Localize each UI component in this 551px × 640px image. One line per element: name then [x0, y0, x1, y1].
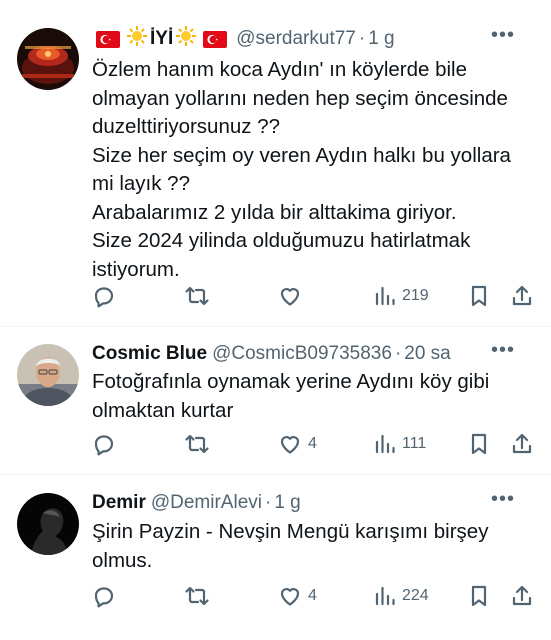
tweet-2[interactable]: Cosmic Blue @CosmicB09735836 · 20 sa •••… [0, 327, 551, 467]
avatar[interactable] [17, 493, 79, 555]
separator: · [358, 28, 366, 49]
bookmark-icon [471, 285, 487, 307]
reply-icon [94, 435, 114, 456]
reply-button[interactable] [92, 282, 122, 310]
share-icon [512, 433, 532, 454]
bookmark-button[interactable] [468, 582, 490, 610]
more-icon[interactable]: ••• [491, 488, 515, 511]
bookmark-icon [471, 433, 487, 455]
views-icon [375, 434, 395, 454]
reply-button[interactable] [92, 430, 122, 458]
bookmark-button[interactable] [468, 430, 490, 458]
bookmark-icon [471, 585, 487, 607]
action-bar: 4 111 [92, 430, 532, 458]
more-icon[interactable]: ••• [491, 339, 515, 362]
retweet-button[interactable] [184, 282, 216, 310]
like-icon [280, 288, 300, 306]
turkish-flag-icon [96, 30, 120, 48]
views-count: 224 [402, 587, 429, 604]
views-count: 111 [402, 435, 427, 452]
user-handle[interactable]: @DemirAlevi [151, 492, 262, 514]
action-bar: 4 224 [92, 582, 532, 610]
like-button[interactable]: 4 [278, 582, 317, 610]
share-button[interactable] [510, 582, 534, 610]
share-icon [512, 585, 532, 606]
tweet-text: Şirin Payzin - Nevşin Mengü karışımı bir… [92, 520, 489, 572]
timestamp[interactable]: 20 sa [404, 343, 450, 365]
views-count: 219 [402, 287, 429, 304]
timestamp[interactable]: 1 g [368, 28, 394, 50]
more-icon[interactable]: ••• [491, 24, 515, 47]
share-button[interactable] [510, 282, 534, 310]
views-icon [375, 286, 395, 306]
tweet-text: Fotoğrafınla oynamak yerine Aydını köy g… [92, 370, 490, 422]
like-button[interactable] [278, 282, 308, 310]
like-icon [280, 436, 300, 454]
separator: · [265, 492, 272, 513]
tweet-header: Cosmic Blue @CosmicB09735836 · 20 sa ••• [92, 339, 535, 367]
like-count: 4 [308, 435, 317, 452]
retweet-button[interactable] [184, 430, 216, 458]
sun-emoji-icon [126, 25, 148, 53]
timestamp[interactable]: 1 g [274, 492, 300, 514]
tweet-1[interactable]: İYİ @serdarkut77 · 1 g ••• Özlem hanım k… [0, 0, 551, 326]
views-button[interactable]: 219 [374, 282, 429, 310]
sun-emoji-icon [175, 25, 197, 53]
retweet-icon [185, 434, 209, 454]
tweet-3[interactable]: Demir @DemirAlevi · 1 g ••• Şirin Payzin… [0, 475, 551, 640]
share-icon [512, 285, 532, 306]
share-button[interactable] [510, 430, 534, 458]
user-handle[interactable]: @serdarkut77 [236, 28, 356, 50]
display-name[interactable]: İYİ [150, 28, 173, 50]
reply-icon [94, 287, 114, 308]
tweet-text: Özlem hanım koca Aydın' ın köylerde bile… [92, 58, 511, 281]
tweet-header: İYİ @serdarkut77 · 1 g ••• [92, 24, 535, 53]
avatar[interactable] [17, 28, 79, 90]
bookmark-button[interactable] [468, 282, 490, 310]
tweet-header: Demir @DemirAlevi · 1 g ••• [92, 488, 535, 516]
turkish-flag-icon [203, 30, 228, 48]
retweet-icon [185, 586, 209, 606]
display-name[interactable]: Demir [92, 492, 146, 514]
views-button[interactable]: 224 [374, 582, 429, 610]
user-handle[interactable]: @CosmicB09735836 [212, 343, 392, 365]
avatar[interactable] [17, 344, 79, 406]
retweet-button[interactable] [184, 582, 216, 610]
retweet-icon [185, 286, 209, 306]
like-icon [280, 588, 300, 606]
reply-icon [94, 587, 114, 608]
views-icon [375, 586, 395, 606]
views-button[interactable]: 111 [374, 430, 426, 458]
reply-button[interactable] [92, 582, 122, 610]
separator: · [394, 343, 402, 364]
action-bar: 219 [92, 282, 532, 310]
like-button[interactable]: 4 [278, 430, 317, 458]
display-name[interactable]: Cosmic Blue [92, 343, 207, 365]
like-count: 4 [308, 587, 317, 604]
